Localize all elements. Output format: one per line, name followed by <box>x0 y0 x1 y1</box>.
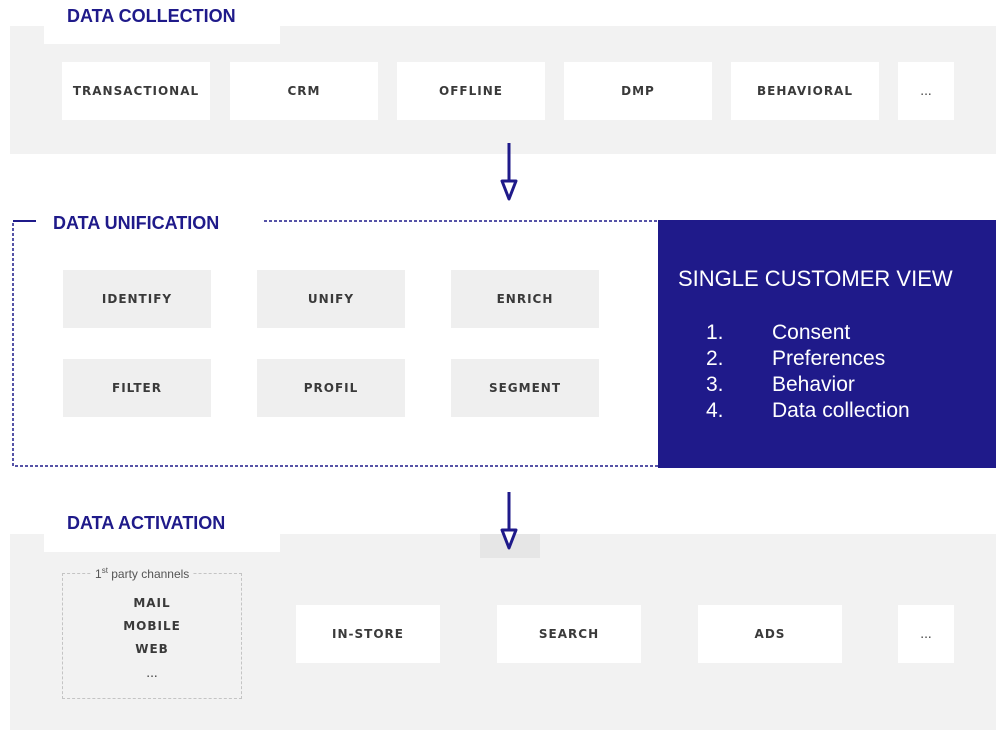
unification-item-segment: SEGMENT <box>451 359 599 417</box>
activation-title: DATA ACTIVATION <box>67 513 226 533</box>
single-customer-view-list: 1. Consent 2. Preferences 3. Behavior 4. Dat… <box>706 320 910 424</box>
scv-item: 1. Consent <box>706 320 910 346</box>
arrow-down-icon <box>500 492 518 550</box>
activation-item-more: ... <box>898 605 954 663</box>
scv-item-label: Behavior <box>772 373 855 396</box>
scv-item-label: Data collection <box>772 399 910 422</box>
unification-title: DATA UNIFICATION <box>53 213 220 233</box>
unification-item-unify: UNIFY <box>257 270 405 328</box>
unification-item-enrich: ENRICH <box>451 270 599 328</box>
channel-mail: MAIL <box>133 596 171 610</box>
single-customer-view-title: SINGLE CUSTOMER VIEW <box>678 266 953 291</box>
unification-item-filter: FILTER <box>63 359 211 417</box>
single-customer-view-panel: SINGLE CUSTOMER VIEW 1. Consent 2. Prefere… <box>658 220 996 468</box>
first-party-channels-group: 1st party channels MAIL MOBILE WEB ... <box>62 566 242 699</box>
unification-item-profil: PROFIL <box>257 359 405 417</box>
activation-item-ads: ADS <box>698 605 842 663</box>
channel-web: WEB <box>135 642 169 656</box>
scv-item-label: Preferences <box>772 347 886 370</box>
scv-item: 4. Data collection <box>706 398 910 424</box>
activation-item-in-store: IN-STORE <box>296 605 440 663</box>
scv-item: 3. Behavior <box>706 372 910 398</box>
scv-item-number: 4. <box>706 399 724 422</box>
unification-item-identify: IDENTIFY <box>63 270 211 328</box>
scv-item-number: 3. <box>706 373 724 396</box>
channel-mobile: MOBILE <box>123 619 181 633</box>
scv-item-number: 2. <box>706 347 724 370</box>
scv-item: 2. Preferences <box>706 346 910 372</box>
activation-item-search: SEARCH <box>497 605 641 663</box>
channel-more: ... <box>146 666 158 680</box>
first-party-channels-title: 1st party channels <box>91 566 194 581</box>
scv-item-number: 1. <box>706 321 724 344</box>
scv-item-label: Consent <box>772 321 851 344</box>
